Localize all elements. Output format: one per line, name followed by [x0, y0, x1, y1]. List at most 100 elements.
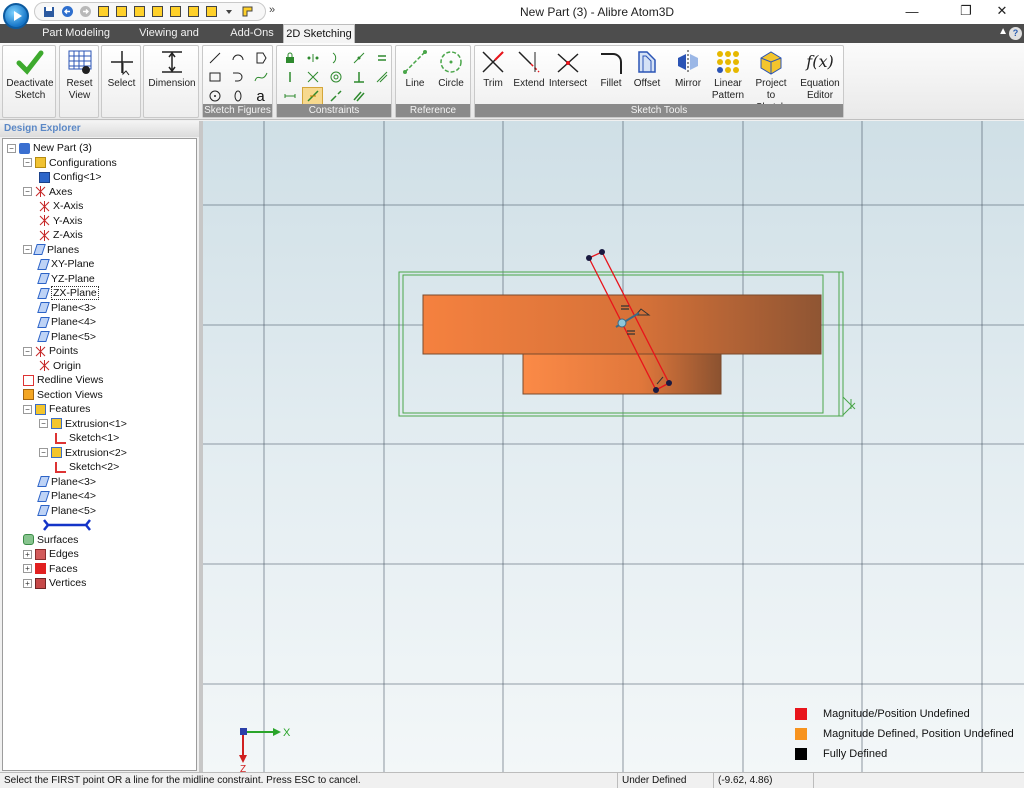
expand-icon[interactable]: +	[23, 564, 32, 573]
fillet-button[interactable]: Fillet	[595, 48, 627, 90]
minimize-button[interactable]: —	[890, 0, 934, 22]
collapse-icon[interactable]: −	[23, 346, 32, 356]
collapse-icon[interactable]: −	[39, 419, 48, 428]
tree-item[interactable]: XY-Plane	[37, 257, 94, 271]
tree-item[interactable]: Plane<3>	[37, 475, 96, 489]
dimension-button[interactable]: Dimension	[146, 48, 198, 90]
collapse-icon[interactable]: −	[23, 404, 32, 414]
tree-item[interactable]: − Axes	[23, 185, 72, 199]
sketch-canvas[interactable]: X Z	[203, 121, 1024, 772]
circle-tool-icon[interactable]	[204, 87, 225, 105]
midpoint-constraint-icon[interactable]	[302, 49, 323, 67]
collapse-ribbon-icon[interactable]: ▲	[998, 26, 1008, 37]
tree-item[interactable]: + Faces	[23, 562, 78, 576]
symmetric-constraint-icon[interactable]	[371, 68, 392, 86]
tree-item[interactable]: Plane<5>	[37, 330, 96, 344]
perpendicular-constraint-icon[interactable]	[348, 68, 369, 86]
qat-dropdown-icon[interactable]	[221, 4, 237, 19]
tree-item[interactable]: − Features	[23, 402, 90, 416]
view-cube-right-icon[interactable]	[185, 4, 201, 19]
tree-item[interactable]: + Vertices	[23, 576, 86, 590]
collapse-icon[interactable]: −	[23, 187, 32, 196]
view-cube-back-icon[interactable]	[113, 4, 129, 19]
concentric-constraint-icon[interactable]	[325, 68, 346, 86]
coincident-constraint-icon[interactable]	[348, 49, 369, 67]
app-menu-button[interactable]	[3, 3, 29, 29]
mirror-button[interactable]: Mirror	[670, 48, 706, 90]
save-icon[interactable]	[41, 4, 57, 19]
lock-constraint-icon[interactable]	[279, 49, 300, 67]
deactivate-sketch-button[interactable]: Deactivate Sketch	[5, 48, 55, 102]
tree-item[interactable]: − Planes	[23, 243, 79, 257]
tree-item[interactable]: Section Views	[23, 388, 103, 402]
view-cube-iso-icon[interactable]	[203, 4, 219, 19]
tree-item[interactable]: YZ-Plane	[37, 272, 95, 286]
tree-item[interactable]: Plane<4>	[37, 315, 96, 329]
qat-more-icon[interactable]: »	[269, 4, 275, 16]
tree-item[interactable]: − Configurations	[23, 156, 117, 170]
tree-item[interactable]: Sketch<2>	[55, 460, 119, 474]
tree-item[interactable]: Plane<5>	[37, 504, 96, 518]
tree-item[interactable]: Surfaces	[23, 533, 78, 547]
view-cube-left-icon[interactable]	[167, 4, 183, 19]
tangent-constraint-icon[interactable]	[325, 49, 346, 67]
reference-line-button[interactable]: Line	[398, 48, 432, 90]
undo-icon[interactable]	[59, 4, 75, 19]
reset-view-button[interactable]: Reset View	[61, 48, 98, 102]
collapse-icon[interactable]: −	[23, 158, 32, 167]
normal-to-icon[interactable]	[239, 4, 255, 19]
text-tool-icon[interactable]: a	[250, 87, 271, 105]
tree-item[interactable]: − Extrusion<2>	[39, 446, 127, 460]
tree-item[interactable]: Y-Axis	[39, 214, 82, 228]
intersect-constraint-icon[interactable]	[302, 68, 323, 86]
tree-item[interactable]: − Points	[23, 344, 78, 358]
reference-circle-button[interactable]: Circle	[433, 48, 469, 90]
extend-button[interactable]: Extend	[511, 48, 547, 90]
arc-tool-icon[interactable]	[227, 49, 248, 67]
endpoint-3[interactable]	[653, 387, 659, 393]
tree-item[interactable]: Origin	[39, 359, 81, 373]
tree-item[interactable]: Z-Axis	[39, 228, 83, 242]
endpoint-4[interactable]	[666, 380, 672, 386]
tab-part-modeling[interactable]: Part Modeling	[36, 24, 116, 43]
midline-point[interactable]	[617, 318, 627, 328]
midline-constraint-icon[interactable]	[302, 87, 323, 105]
intersect-button[interactable]: Intersect	[547, 48, 589, 90]
close-button[interactable]: ✕	[980, 0, 1024, 22]
tab-add-ons[interactable]: Add-Ons	[224, 24, 280, 43]
line-tool-icon[interactable]	[204, 49, 225, 67]
equal-constraint-icon[interactable]	[371, 49, 392, 67]
expand-icon[interactable]: +	[23, 549, 32, 559]
tree-item[interactable]: Plane<4>	[37, 489, 96, 503]
extrusion-2-body[interactable]	[522, 353, 722, 395]
rectangle-tool-icon[interactable]	[204, 68, 225, 86]
ellipse-tool-icon[interactable]	[227, 87, 248, 105]
tree-item[interactable]: − New Part (3)	[7, 141, 92, 155]
endpoint-2[interactable]	[599, 249, 605, 255]
tree-item[interactable]: X-Axis	[39, 199, 83, 213]
view-cube-front-icon[interactable]	[95, 4, 111, 19]
tab-2d-sketching[interactable]: 2D Sketching	[283, 24, 355, 43]
expand-icon[interactable]: +	[23, 578, 32, 588]
horizontal-constraint-icon[interactable]	[279, 87, 300, 105]
redo-icon[interactable]	[77, 4, 93, 19]
tree-item[interactable]: − Extrusion<1>	[39, 417, 127, 431]
help-icon[interactable]: ?	[1009, 27, 1022, 40]
view-cube-top-icon[interactable]	[131, 4, 147, 19]
spline-tool-icon[interactable]	[250, 68, 271, 86]
collapse-icon[interactable]: −	[7, 143, 16, 153]
vertical-constraint-icon[interactable]	[279, 68, 300, 86]
select-button[interactable]: Select	[103, 48, 140, 90]
tab-viewing-analysis[interactable]: Viewing and Analysis	[118, 24, 220, 58]
collinear-constraint-icon[interactable]	[325, 87, 346, 105]
polygon-tool-icon[interactable]	[250, 49, 271, 67]
collapse-icon[interactable]: −	[23, 245, 32, 254]
trim-button[interactable]: Trim	[477, 48, 509, 90]
tree-item[interactable]	[43, 518, 91, 532]
tree-item[interactable]: Plane<3>	[37, 301, 96, 315]
equation-editor-button[interactable]: f(x) Equation Editor	[798, 48, 842, 102]
view-cube-bottom-icon[interactable]	[149, 4, 165, 19]
tree-item[interactable]: Config<1>	[39, 170, 101, 184]
offset-button[interactable]: Offset	[629, 48, 665, 90]
tree-item[interactable]: ZX-Plane	[37, 286, 99, 300]
